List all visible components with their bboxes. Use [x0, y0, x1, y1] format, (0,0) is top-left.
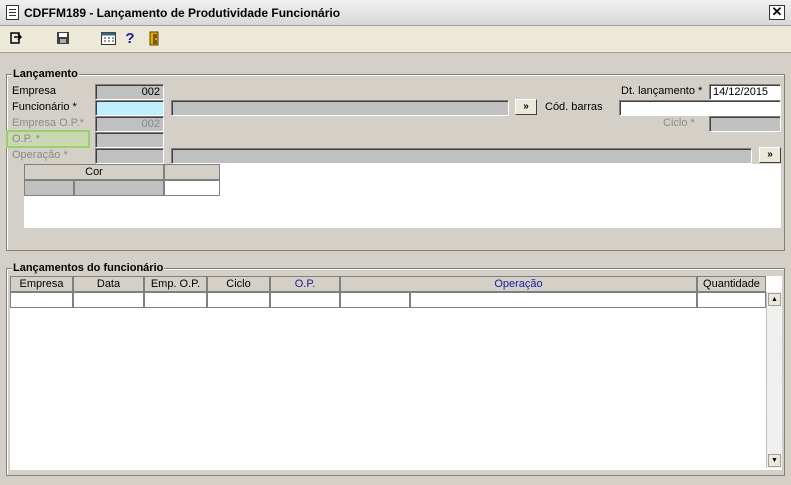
- operacao-lookup-button[interactable]: »: [759, 147, 781, 163]
- cor-cell-desc[interactable]: [74, 180, 164, 196]
- window-title: CDFFM189 - Lançamento de Produtividade F…: [24, 6, 341, 20]
- row-cell-operacao-desc[interactable]: [410, 292, 697, 308]
- help-icon[interactable]: ?: [122, 31, 138, 47]
- empresa-op-label: Empresa O.P.*: [12, 117, 84, 129]
- col-data[interactable]: Data: [73, 276, 144, 292]
- cor-cell-extra[interactable]: [164, 180, 220, 196]
- operacao-label: Operação *: [12, 149, 68, 161]
- op-field[interactable]: [95, 132, 164, 148]
- cod-barras-field[interactable]: [619, 100, 781, 116]
- cor-column-header[interactable]: Cor: [24, 164, 164, 180]
- funcionario-label: Funcionário *: [12, 101, 77, 113]
- calendar-icon[interactable]: [100, 31, 116, 47]
- operacao-field[interactable]: [95, 148, 164, 164]
- row-cell-emp-op[interactable]: [144, 292, 207, 308]
- funcionario-field[interactable]: [95, 100, 164, 116]
- dt-lancamento-field[interactable]: 14/12/2015: [709, 84, 781, 100]
- title-bar: CDFFM189 - Lançamento de Produtividade F…: [0, 0, 791, 26]
- empresa-op-field[interactable]: 002: [95, 116, 164, 132]
- funcionario-name-field: [171, 100, 509, 116]
- row-cell-op[interactable]: [270, 292, 340, 308]
- col-operacao[interactable]: Operação: [340, 276, 697, 292]
- toolbar: ?: [0, 26, 791, 53]
- row-cell-data[interactable]: [73, 292, 144, 308]
- op-label: O.P. *: [12, 133, 40, 145]
- cor-cell-code[interactable]: [24, 180, 74, 196]
- app-icon: [6, 5, 19, 20]
- empresa-field[interactable]: 002: [95, 84, 164, 100]
- cod-barras-label: Cód. barras: [545, 101, 603, 113]
- row-cell-quantidade[interactable]: [697, 292, 766, 308]
- col-emp-op[interactable]: Emp. O.P.: [144, 276, 207, 292]
- row-cell-operacao-code[interactable]: [340, 292, 410, 308]
- exit-icon[interactable]: [8, 31, 24, 47]
- row-cell-empresa[interactable]: [10, 292, 73, 308]
- ciclo-label: Ciclo *: [663, 117, 695, 129]
- lancamento-group-title: Lançamento: [12, 68, 79, 80]
- scroll-up-button[interactable]: ▲: [768, 293, 781, 306]
- operacao-desc-field: [171, 148, 752, 164]
- lancamentos-funcionario-title: Lançamentos do funcionário: [12, 262, 165, 274]
- col-empresa[interactable]: Empresa: [10, 276, 73, 292]
- close-button[interactable]: ✕: [769, 5, 785, 20]
- dt-lancamento-label: Dt. lançamento *: [621, 85, 703, 97]
- save-icon[interactable]: [55, 31, 71, 47]
- funcionario-lookup-button[interactable]: »: [515, 99, 537, 115]
- door-icon[interactable]: [146, 31, 162, 47]
- table-scrollbar[interactable]: ▲ ▼: [766, 292, 782, 468]
- cor-extra-header: [164, 164, 220, 180]
- col-op[interactable]: O.P.: [270, 276, 340, 292]
- scroll-down-button[interactable]: ▼: [768, 454, 781, 467]
- ciclo-field[interactable]: [709, 116, 781, 132]
- col-ciclo[interactable]: Ciclo: [207, 276, 270, 292]
- row-cell-ciclo[interactable]: [207, 292, 270, 308]
- empresa-label: Empresa: [12, 85, 57, 97]
- col-quantidade[interactable]: Quantidade: [697, 276, 766, 292]
